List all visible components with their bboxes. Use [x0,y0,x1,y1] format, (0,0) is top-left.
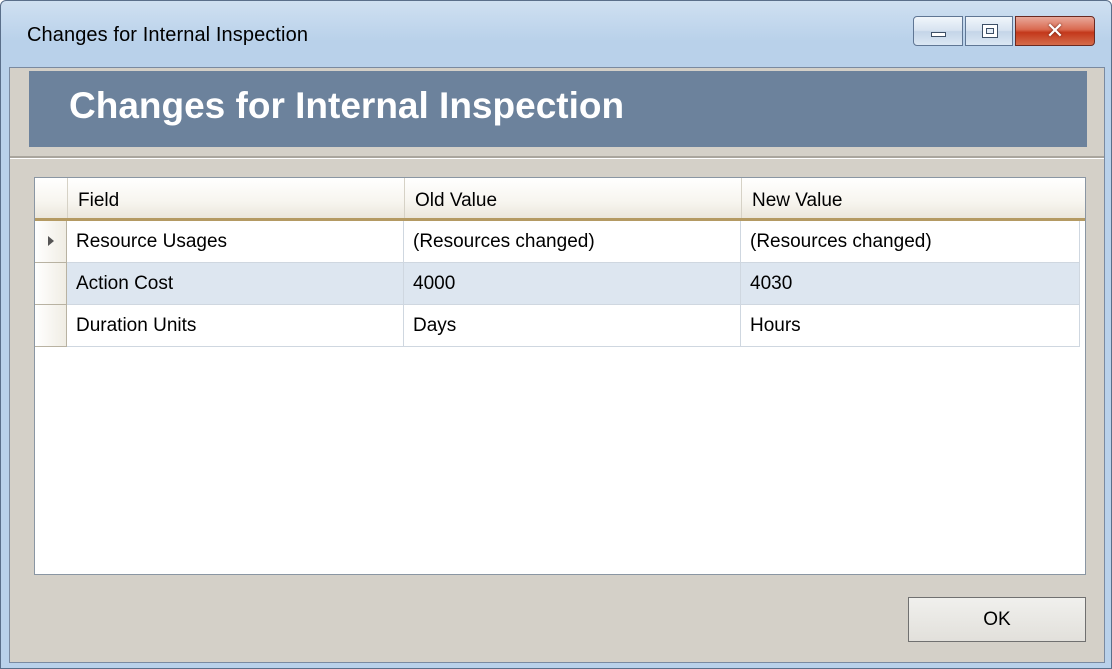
window-title: Changes for Internal Inspection [27,24,309,46]
column-header-new-value[interactable]: New Value [741,178,1080,218]
close-icon: ✕ [1045,18,1065,43]
table-row[interactable]: Resource Usages (Resources changed) (Res… [35,221,1080,263]
cell-field[interactable]: Duration Units [67,305,404,347]
column-header-field[interactable]: Field [67,178,404,218]
cell-new-value[interactable]: 4030 [741,263,1080,305]
cell-old-value[interactable]: (Resources changed) [404,221,741,263]
row-indicator[interactable] [35,221,67,263]
header-banner: Changes for Internal Inspection [29,71,1087,147]
changes-grid[interactable]: Field Old Value New Value Resource Usage… [34,177,1086,575]
cell-field[interactable]: Action Cost [67,263,404,305]
cell-new-value[interactable]: (Resources changed) [741,221,1080,263]
ok-button[interactable]: OK [908,597,1086,642]
page-title: Changes for Internal Inspection [69,85,625,126]
cell-new-value[interactable]: Hours [741,305,1080,347]
minimize-icon [931,32,946,37]
current-row-arrow-icon [48,236,54,246]
cell-field[interactable]: Resource Usages [67,221,404,263]
close-button[interactable]: ✕ [1015,16,1095,46]
minimize-button[interactable] [913,16,963,46]
title-bar[interactable]: Changes for Internal Inspection ✕ [1,1,1111,67]
dialog-window: Changes for Internal Inspection ✕ Change… [0,0,1112,669]
row-indicator[interactable] [35,305,67,347]
cell-old-value[interactable]: 4000 [404,263,741,305]
grid-header: Field Old Value New Value [35,178,1085,221]
maximize-button[interactable] [965,16,1013,46]
maximize-icon [982,24,998,38]
column-header-old-value[interactable]: Old Value [404,178,741,218]
row-indicator[interactable] [35,263,67,305]
row-indicator-header [35,178,67,218]
table-row[interactable]: Action Cost 4000 4030 [35,263,1080,305]
dialog-content: Changes for Internal Inspection Field Ol… [9,67,1105,663]
divider [10,156,1104,159]
cell-old-value[interactable]: Days [404,305,741,347]
table-row[interactable]: Duration Units Days Hours [35,305,1080,347]
